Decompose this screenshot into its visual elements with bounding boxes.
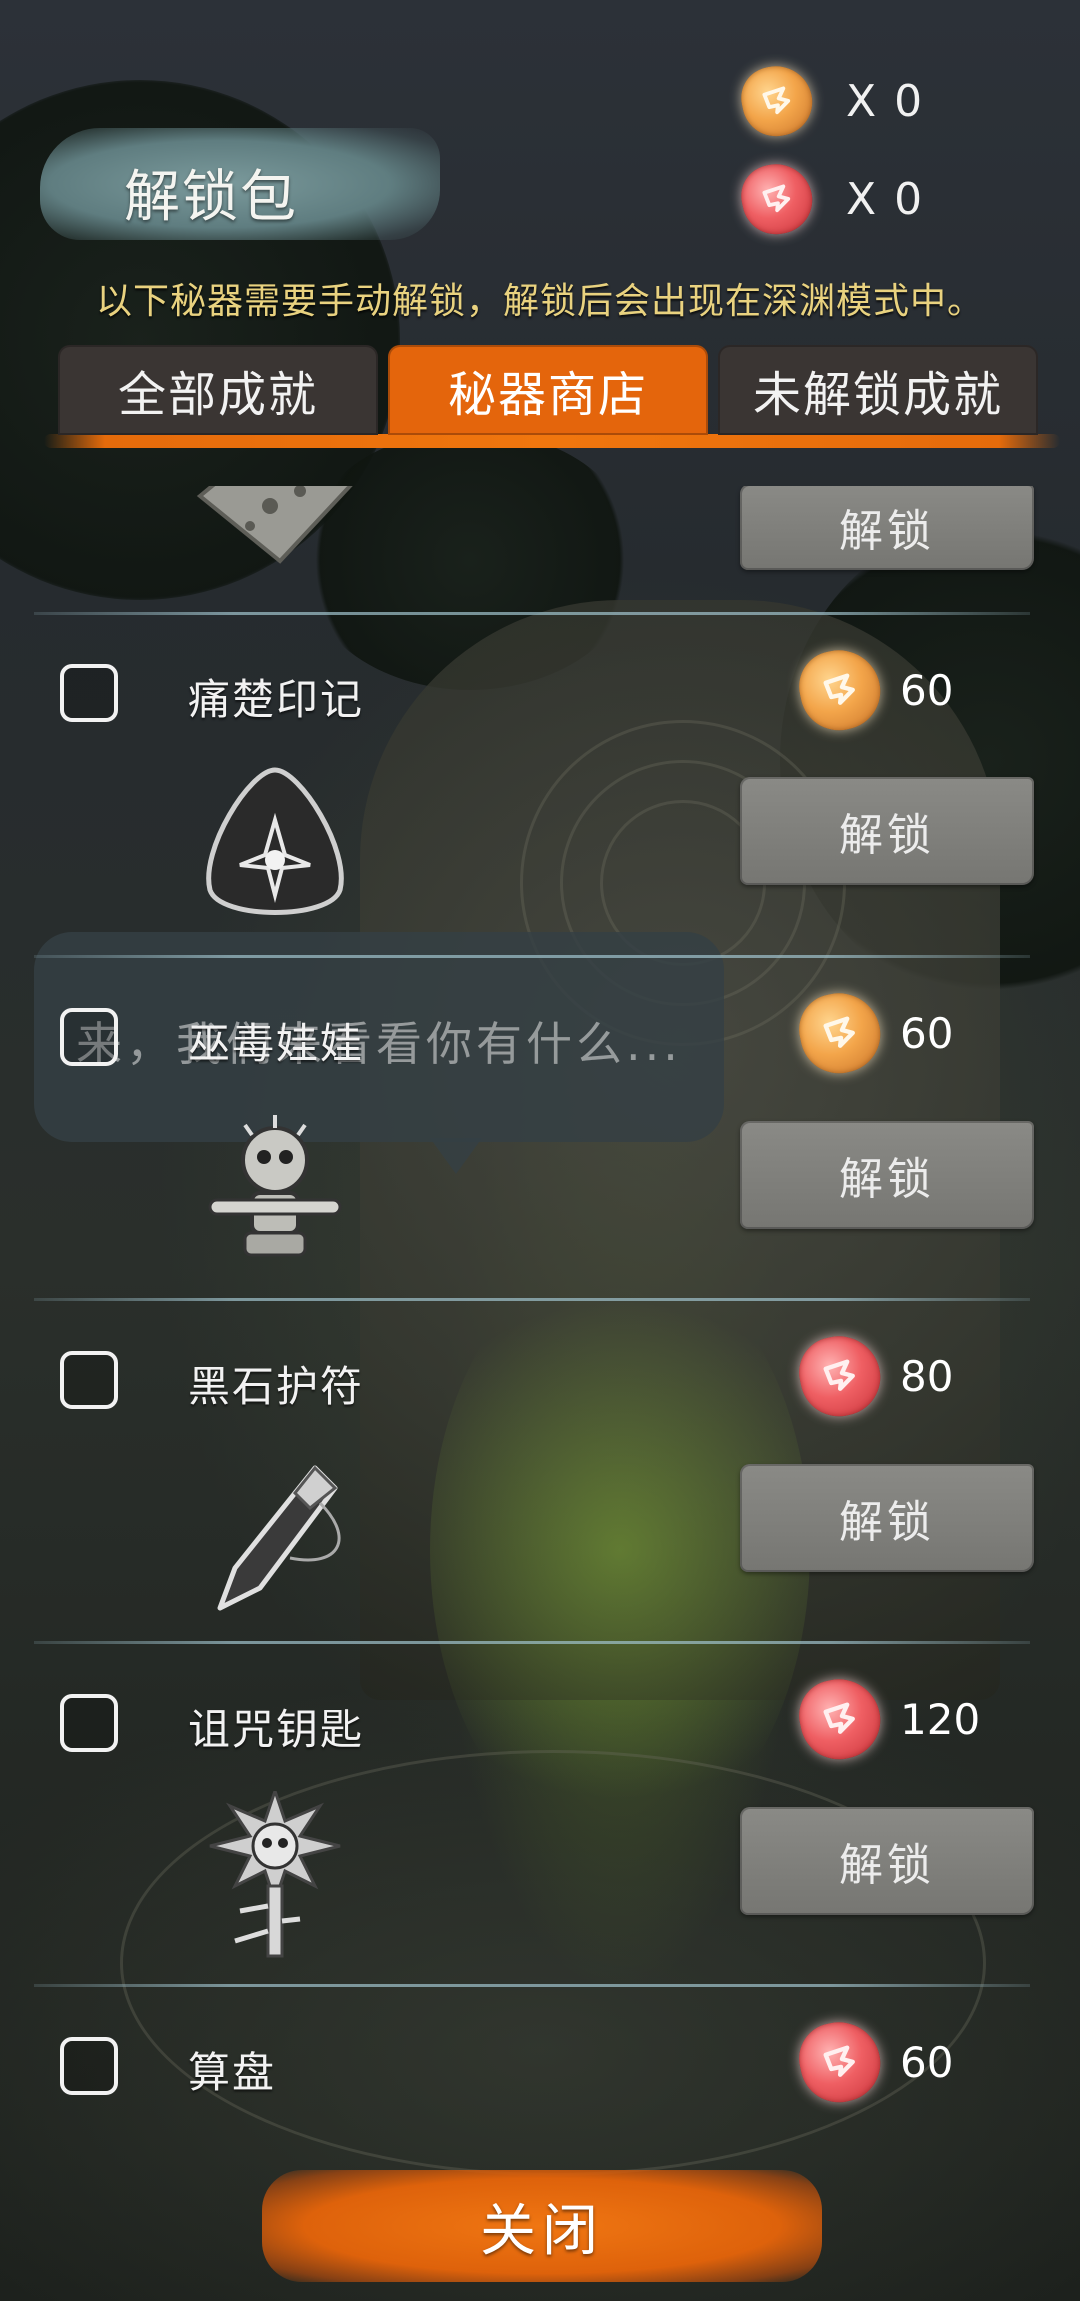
red-currency-counter: X 0 (735, 157, 925, 241)
cursed-key-icon (190, 1786, 360, 1961)
list-item: 黑石护符 80 解锁 (0, 1298, 1080, 1641)
price-value: 60 (900, 2037, 954, 2087)
gold-currency-count: X 0 (846, 75, 925, 127)
item-checkbox[interactable] (60, 1351, 118, 1409)
item-checkbox[interactable] (60, 2037, 118, 2095)
tab-all-achievements[interactable]: 全部成就 (58, 345, 378, 435)
item-name: 痛楚印记 (188, 675, 365, 724)
price-value: 60 (900, 665, 954, 715)
artifact-list[interactable]: 解锁 痛楚印记 60 解锁 巫毒娃娃 60 解锁 黑石护符 80 解锁 诅咒钥匙… (0, 486, 1080, 2132)
list-item: 痛楚印记 60 解锁 (0, 612, 1080, 955)
row-divider (34, 955, 1030, 958)
instruction-text: 以下秘器需要手动解锁，解锁后会出现在深渊模式中。 (95, 281, 984, 322)
item-name: 诅咒钥匙 (188, 1705, 365, 1754)
unlock-button[interactable]: 解锁 (740, 1807, 1034, 1915)
gold-rune-gem-icon (792, 642, 888, 738)
item-checkbox[interactable] (60, 1694, 118, 1752)
voodoo-doll-icon (190, 1105, 360, 1275)
unlock-button[interactable]: 解锁 (740, 1121, 1034, 1229)
price-value: 80 (900, 1351, 954, 1401)
item-price: 120 (792, 1671, 981, 1767)
red-rune-gem-icon (735, 157, 819, 241)
red-rune-gem-icon (792, 1671, 888, 1767)
item-price: 80 (792, 1328, 954, 1424)
tab-artifact-shop[interactable]: 秘器商店 (388, 345, 708, 435)
unlock-button[interactable]: 解锁 (740, 486, 1034, 570)
item-name: 黑石护符 (188, 1362, 365, 1411)
item-price: 60 (792, 985, 954, 1081)
gold-rune-gem-icon (792, 985, 888, 1081)
cheese-stone-icon (190, 486, 360, 566)
price-value: 60 (900, 1008, 954, 1058)
row-divider (34, 1641, 1030, 1644)
item-price: 60 (792, 642, 954, 738)
blackstone-amulet-icon (190, 1448, 360, 1618)
price-value: 120 (900, 1694, 981, 1744)
unlock-button[interactable]: 解锁 (740, 1464, 1034, 1572)
item-checkbox[interactable] (60, 1008, 118, 1066)
item-price: 60 (792, 2014, 954, 2110)
gold-currency-counter: X 0 (735, 59, 925, 143)
row-divider (34, 1984, 1030, 1987)
item-name: 巫毒娃娃 (188, 1019, 365, 1068)
list-item: 算盘 60 (0, 1984, 1080, 2132)
page-title: 解锁包 (124, 165, 298, 230)
tab-locked-achievements[interactable]: 未解锁成就 (718, 345, 1038, 435)
item-checkbox[interactable] (60, 664, 118, 722)
close-button[interactable]: 关闭 (262, 2170, 822, 2282)
red-currency-count: X 0 (846, 173, 925, 225)
pain-sigil-icon (190, 760, 360, 930)
list-item: 诅咒钥匙 120 解锁 (0, 1641, 1080, 1984)
unlock-button[interactable]: 解锁 (740, 777, 1034, 885)
list-item: 巫毒娃娃 60 解锁 (0, 955, 1080, 1298)
gold-rune-gem-icon (735, 59, 819, 143)
tab-underline (44, 434, 1060, 448)
item-name: 算盘 (188, 2048, 277, 2097)
row-divider (34, 612, 1030, 615)
red-rune-gem-icon (792, 1328, 888, 1424)
row-divider (34, 1298, 1030, 1301)
list-item: 解锁 (0, 486, 1080, 604)
red-rune-gem-icon (792, 2014, 888, 2110)
